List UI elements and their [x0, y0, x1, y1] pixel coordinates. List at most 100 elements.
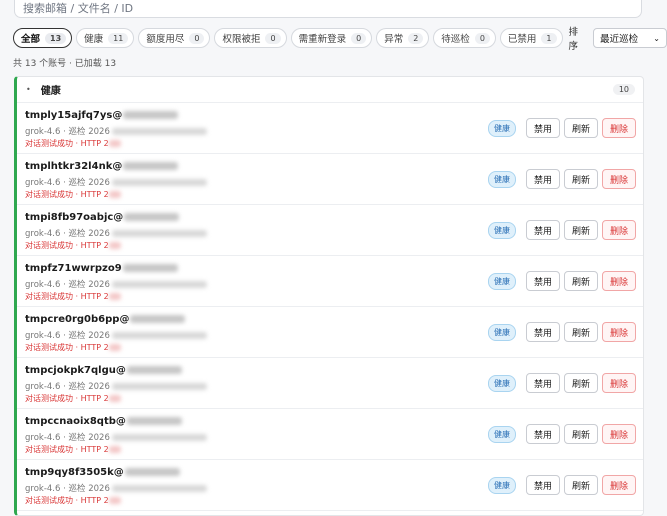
healthy-group-panel: • 健康 10 tmply15ajfq7ys@ grok-4.6 · 巡检 202…: [14, 76, 644, 516]
filter-permission-denied[interactable]: 权限被拒 0: [214, 28, 287, 48]
row-actions: 健康 禁用 刷新 删除: [487, 322, 636, 342]
redacted-http-code: [108, 191, 121, 198]
redacted-http-code: [108, 497, 121, 504]
account-email: tmpcre0rg0b6pp@: [25, 314, 186, 325]
redacted-domain: [124, 213, 180, 221]
redacted-domain: [124, 468, 180, 476]
delete-button[interactable]: 删除: [601, 424, 636, 444]
sort-select[interactable]: 最近巡检 ⌄: [593, 28, 667, 48]
redacted-timestamps: [111, 485, 207, 492]
group-header[interactable]: • 健康 10: [17, 77, 643, 103]
redacted-timestamps: [111, 230, 207, 237]
account-row: tmpccnaoix8qtb@ grok-4.6 · 巡检 2026 对话测试成功 …: [17, 409, 643, 460]
test-result: 对话测试成功 · HTTP 2: [25, 240, 121, 251]
refresh-button[interactable]: 刷新: [563, 322, 598, 342]
delete-button[interactable]: 删除: [601, 220, 636, 240]
account-row: tmpcjokpk7qlgu@ grok-4.6 · 巡检 2026 对话测试成功 …: [17, 358, 643, 409]
test-result-text: 对话测试成功 · HTTP 2: [25, 190, 109, 199]
refresh-button[interactable]: 刷新: [563, 271, 598, 291]
disable-button[interactable]: 禁用: [525, 169, 560, 189]
filter-all[interactable]: 全部 13: [13, 28, 73, 48]
account-name: tmp9qy8f3505k@: [25, 467, 124, 478]
row-actions: 健康 禁用 刷新 删除: [487, 373, 636, 393]
delete-button[interactable]: 删除: [601, 475, 636, 495]
filter-abnormal[interactable]: 异常 2: [376, 28, 430, 48]
account-row: tmpfz71wwrpzo9 grok-4.6 · 巡检 2026 对话测试成功 ·…: [17, 256, 643, 307]
account-email: tmpccnaoix8qtb@: [25, 416, 182, 427]
delete-button[interactable]: 删除: [601, 322, 636, 342]
account-meta-text: grok-4.6 · 巡检 2026: [25, 331, 110, 341]
status-badge: 健康: [487, 374, 516, 392]
filter-label: 全部: [21, 34, 41, 45]
filter-disabled[interactable]: 已禁用 1: [499, 28, 563, 48]
delete-button[interactable]: 删除: [601, 271, 636, 291]
collapse-dot-icon[interactable]: •: [26, 85, 31, 94]
disable-button[interactable]: 禁用: [525, 271, 560, 291]
disable-button[interactable]: 禁用: [525, 475, 560, 495]
disable-button[interactable]: 禁用: [525, 118, 560, 138]
filter-count: 11: [108, 32, 129, 44]
account-row: tmpi8fb97oabjc@ grok-4.6 · 巡检 2026 对话测试成功 …: [17, 205, 643, 256]
filter-healthy[interactable]: 健康 11: [76, 28, 135, 48]
filter-count: 0: [474, 32, 490, 44]
account-meta-text: grok-4.6 · 巡检 2026: [25, 382, 110, 392]
row-actions: 健康 禁用 刷新 删除: [487, 220, 636, 240]
disable-button[interactable]: 禁用: [525, 220, 560, 240]
status-badge: 健康: [487, 170, 516, 188]
account-email: tmp9qy8f3505k@: [25, 467, 180, 478]
test-result: 对话测试成功 · HTTP 2: [25, 189, 121, 200]
row-actions: 健康 禁用 刷新 删除: [487, 475, 636, 495]
test-result: 对话测试成功 · HTTP 2: [25, 495, 121, 506]
disable-button[interactable]: 禁用: [525, 373, 560, 393]
redacted-http-code: [108, 242, 121, 249]
filter-label: 待巡检: [441, 34, 470, 45]
account-name: tmpcre0rg0b6pp@: [25, 314, 130, 325]
redacted-domain: [123, 162, 179, 170]
filter-count: 0: [265, 32, 281, 44]
account-name: tmpfz71wwrpzo9: [25, 263, 122, 274]
account-meta-text: grok-4.6 · 巡检 2026: [25, 127, 110, 137]
refresh-button[interactable]: 刷新: [563, 169, 598, 189]
redacted-http-code: [108, 344, 121, 351]
delete-button[interactable]: 删除: [601, 373, 636, 393]
disable-button[interactable]: 禁用: [525, 322, 560, 342]
refresh-button[interactable]: 刷新: [563, 373, 598, 393]
redacted-timestamps: [111, 434, 207, 441]
account-email: tmpi8fb97oabjc@: [25, 212, 180, 223]
filter-relogin[interactable]: 需重新登录 0: [290, 28, 373, 48]
account-meta: grok-4.6 · 巡检 2026: [25, 329, 207, 341]
filter-bar: 全部 13 健康 11 额度用尽 0 权限被拒 0 需重新登录 0 异常 2 待巡检 0 已禁用 1 排序 最近巡…: [13, 27, 667, 52]
filter-quota-exhausted[interactable]: 额度用尽 0: [138, 28, 211, 48]
account-name: tmpi8fb97oabjc@: [25, 212, 124, 223]
redacted-timestamps: [111, 332, 207, 339]
redacted-timestamps: [111, 179, 207, 186]
redacted-timestamps: [111, 383, 207, 390]
account-meta: grok-4.6 · 巡检 2026: [25, 380, 207, 392]
test-result: 对话测试成功 · HTTP 2: [25, 393, 121, 404]
refresh-button[interactable]: 刷新: [563, 424, 598, 444]
status-badge: 健康: [487, 221, 516, 239]
account-row: tmpcre0rg0b6pp@ grok-4.6 · 巡检 2026 对话测试成功 …: [17, 307, 643, 358]
account-meta-text: grok-4.6 · 巡检 2026: [25, 280, 110, 290]
refresh-button[interactable]: 刷新: [563, 118, 598, 138]
account-meta: grok-4.6 · 巡检 2026: [25, 278, 207, 290]
status-badge: 健康: [487, 272, 516, 290]
test-result-text: 对话测试成功 · HTTP 2: [25, 241, 109, 250]
refresh-button[interactable]: 刷新: [563, 220, 598, 240]
redacted-domain: [123, 111, 179, 119]
delete-button[interactable]: 删除: [601, 169, 636, 189]
delete-button[interactable]: 删除: [601, 118, 636, 138]
account-row: tmplhtkr32l4nk@ grok-4.6 · 巡检 2026 对话测试成功 …: [17, 154, 643, 205]
test-result-text: 对话测试成功 · HTTP 2: [25, 496, 109, 505]
account-meta-text: grok-4.6 · 巡检 2026: [25, 484, 110, 494]
filter-label: 权限被拒: [222, 34, 261, 45]
account-meta: grok-4.6 · 巡检 2026: [25, 482, 207, 494]
group-count: 10: [612, 84, 635, 95]
status-badge: 健康: [487, 476, 516, 494]
disable-button[interactable]: 禁用: [525, 424, 560, 444]
redacted-http-code: [108, 446, 121, 453]
filter-pending-check[interactable]: 待巡检 0: [433, 28, 496, 48]
refresh-button[interactable]: 刷新: [563, 475, 598, 495]
search-input[interactable]: 搜索邮箱 / 文件名 / ID: [14, 0, 642, 18]
filter-label: 需重新登录: [298, 34, 347, 45]
